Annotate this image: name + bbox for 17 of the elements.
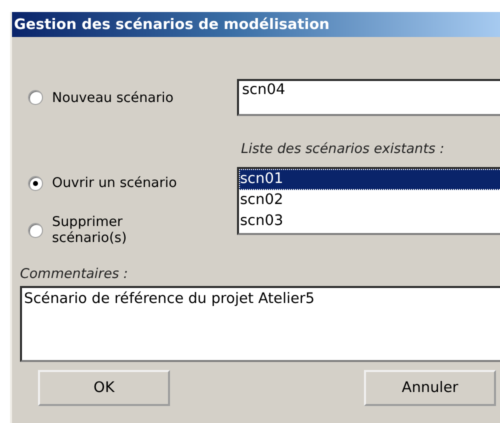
radio-label[interactable]: Nouveau scénario (52, 90, 174, 106)
scenario-list[interactable]: scn01 scn02 scn03 (237, 167, 500, 235)
radio-label[interactable]: Supprimer scénario(s) (52, 215, 142, 246)
list-item[interactable]: scn01 (239, 169, 500, 190)
comments-label: Commentaires : (20, 266, 129, 284)
cancel-button[interactable]: Annuler (364, 370, 496, 406)
comments-field[interactable]: Scénario de référence du projet Atelier5 (20, 286, 500, 362)
list-item[interactable]: scn02 (239, 190, 500, 211)
list-item[interactable]: scn03 (239, 211, 500, 232)
radio-label[interactable]: Ouvrir un scénario (52, 175, 177, 191)
radio-button[interactable] (28, 90, 43, 105)
radio-button[interactable] (28, 176, 43, 190)
radio-button[interactable] (28, 223, 43, 238)
window-title: Gestion des scénarios de modélisation (12, 12, 500, 37)
ok-button[interactable]: OK (38, 370, 170, 406)
list-label: Liste des scénarios existants : (241, 141, 446, 159)
scenario-name-field[interactable]: scn04 (237, 79, 500, 116)
